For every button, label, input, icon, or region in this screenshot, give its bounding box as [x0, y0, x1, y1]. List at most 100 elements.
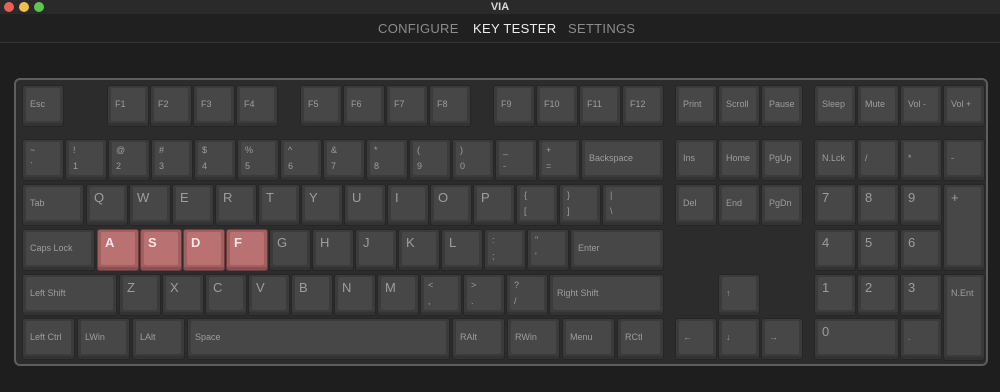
key-f[interactable]: F: [226, 229, 268, 271]
key-kp6[interactable]: 6: [900, 229, 942, 271]
key-ins[interactable]: Ins: [675, 139, 717, 181]
key-y[interactable]: Y: [301, 184, 343, 226]
key-kp3[interactable]: 3: [900, 274, 942, 316]
key-f5[interactable]: F5: [300, 85, 342, 127]
key-rwin[interactable]: RWin: [507, 318, 560, 360]
key-vol-down[interactable]: Vol -: [900, 85, 942, 127]
key-kp-enter[interactable]: N.Ent: [943, 274, 985, 361]
tab-configure[interactable]: CONFIGURE: [378, 21, 459, 36]
key-m[interactable]: M: [377, 274, 419, 316]
key-l[interactable]: L: [441, 229, 483, 271]
key-q[interactable]: Q: [86, 184, 128, 226]
key-period[interactable]: >.: [463, 274, 505, 316]
key-f8[interactable]: F8: [429, 85, 471, 127]
key-end[interactable]: End: [718, 184, 760, 226]
key-k[interactable]: K: [398, 229, 440, 271]
key-pgdn[interactable]: PgDn: [761, 184, 803, 226]
key-vol-up[interactable]: Vol +: [943, 85, 985, 127]
key-menu[interactable]: Menu: [562, 318, 615, 360]
key-backspace[interactable]: Backspace: [581, 139, 664, 181]
key-h[interactable]: H: [312, 229, 354, 271]
key-t[interactable]: T: [258, 184, 300, 226]
key-u[interactable]: U: [344, 184, 386, 226]
tab-settings[interactable]: SETTINGS: [568, 21, 635, 36]
key-lalt[interactable]: LAlt: [132, 318, 185, 360]
key-3[interactable]: #3: [151, 139, 193, 181]
key-caps[interactable]: Caps Lock: [22, 229, 95, 271]
key-lctrl[interactable]: Left Ctrl: [22, 318, 75, 360]
key-left[interactable]: ←: [675, 318, 717, 360]
key-right[interactable]: →: [761, 318, 803, 360]
key-backslash[interactable]: | \: [602, 184, 664, 226]
key-del[interactable]: Del: [675, 184, 717, 226]
key-kp-star[interactable]: *: [900, 139, 942, 181]
key-quote[interactable]: " ': [527, 229, 569, 271]
key-lwin[interactable]: LWin: [77, 318, 130, 360]
key-grave[interactable]: ~ `: [22, 139, 64, 181]
key-kp-slash[interactable]: /: [857, 139, 899, 181]
key-s[interactable]: S: [140, 229, 182, 271]
key-comma[interactable]: <,: [420, 274, 462, 316]
key-kp1[interactable]: 1: [814, 274, 856, 316]
key-v[interactable]: V: [248, 274, 290, 316]
key-semicolon[interactable]: :;: [484, 229, 526, 271]
key-f3[interactable]: F3: [193, 85, 235, 127]
key-x[interactable]: X: [162, 274, 204, 316]
key-nlck[interactable]: N.Lck: [814, 139, 856, 181]
tab-key-tester[interactable]: KEY TESTER: [473, 21, 556, 36]
key-mute[interactable]: Mute: [857, 85, 899, 127]
key-up[interactable]: ↑: [718, 274, 760, 316]
key-slash[interactable]: ? /: [506, 274, 548, 316]
key-e[interactable]: E: [172, 184, 214, 226]
key-lbracket[interactable]: {[: [516, 184, 558, 226]
key-enter[interactable]: Enter: [570, 229, 664, 271]
key-z[interactable]: Z: [119, 274, 161, 316]
key-f4[interactable]: F4: [236, 85, 278, 127]
key-7[interactable]: & 7: [323, 139, 365, 181]
key-kp-dot[interactable]: .: [900, 318, 942, 360]
key-kp7[interactable]: 7: [814, 184, 856, 226]
key-rshift[interactable]: Right Shift: [549, 274, 664, 316]
key-f9[interactable]: F9: [493, 85, 535, 127]
key-f11[interactable]: F11: [579, 85, 621, 127]
key-down[interactable]: ↓: [718, 318, 760, 360]
key-tab[interactable]: Tab: [22, 184, 84, 226]
key-kp-plus[interactable]: +: [943, 184, 985, 271]
key-j[interactable]: J: [355, 229, 397, 271]
key-i[interactable]: I: [387, 184, 429, 226]
key-rctl[interactable]: RCtl: [617, 318, 664, 360]
key-pause[interactable]: Pause: [761, 85, 803, 127]
key-0[interactable]: ) 0: [452, 139, 494, 181]
key-scroll[interactable]: Scroll: [718, 85, 760, 127]
key-kp9[interactable]: 9: [900, 184, 942, 226]
key-f7[interactable]: F7: [386, 85, 428, 127]
key-kp4[interactable]: 4: [814, 229, 856, 271]
key-rbracket[interactable]: }]: [559, 184, 601, 226]
key-kp5[interactable]: 5: [857, 229, 899, 271]
key-lshift[interactable]: Left Shift: [22, 274, 117, 316]
key-1[interactable]: ! 1: [65, 139, 107, 181]
key-b[interactable]: B: [291, 274, 333, 316]
key-ralt[interactable]: RAlt: [452, 318, 505, 360]
key-w[interactable]: W: [129, 184, 171, 226]
key-f1[interactable]: F1: [107, 85, 149, 127]
key-f12[interactable]: F12: [622, 85, 664, 127]
key-p[interactable]: P: [473, 184, 515, 226]
key-o[interactable]: O: [430, 184, 472, 226]
key-kp0[interactable]: 0: [814, 318, 899, 360]
key-d[interactable]: D: [183, 229, 225, 271]
key-pgup[interactable]: PgUp: [761, 139, 803, 181]
key-9[interactable]: (9: [409, 139, 451, 181]
key-kp-minus[interactable]: -: [943, 139, 985, 181]
key-f6[interactable]: F6: [343, 85, 385, 127]
key-space[interactable]: Space: [187, 318, 450, 360]
key-f2[interactable]: F2: [150, 85, 192, 127]
key-r[interactable]: R: [215, 184, 257, 226]
key-a[interactable]: A: [97, 229, 139, 271]
key-2[interactable]: @2: [108, 139, 150, 181]
key-5[interactable]: % 5: [237, 139, 279, 181]
key-sleep[interactable]: Sleep: [814, 85, 856, 127]
key-print[interactable]: Print: [675, 85, 717, 127]
key-6[interactable]: ^ 6: [280, 139, 322, 181]
key-esc[interactable]: Esc: [22, 85, 64, 127]
